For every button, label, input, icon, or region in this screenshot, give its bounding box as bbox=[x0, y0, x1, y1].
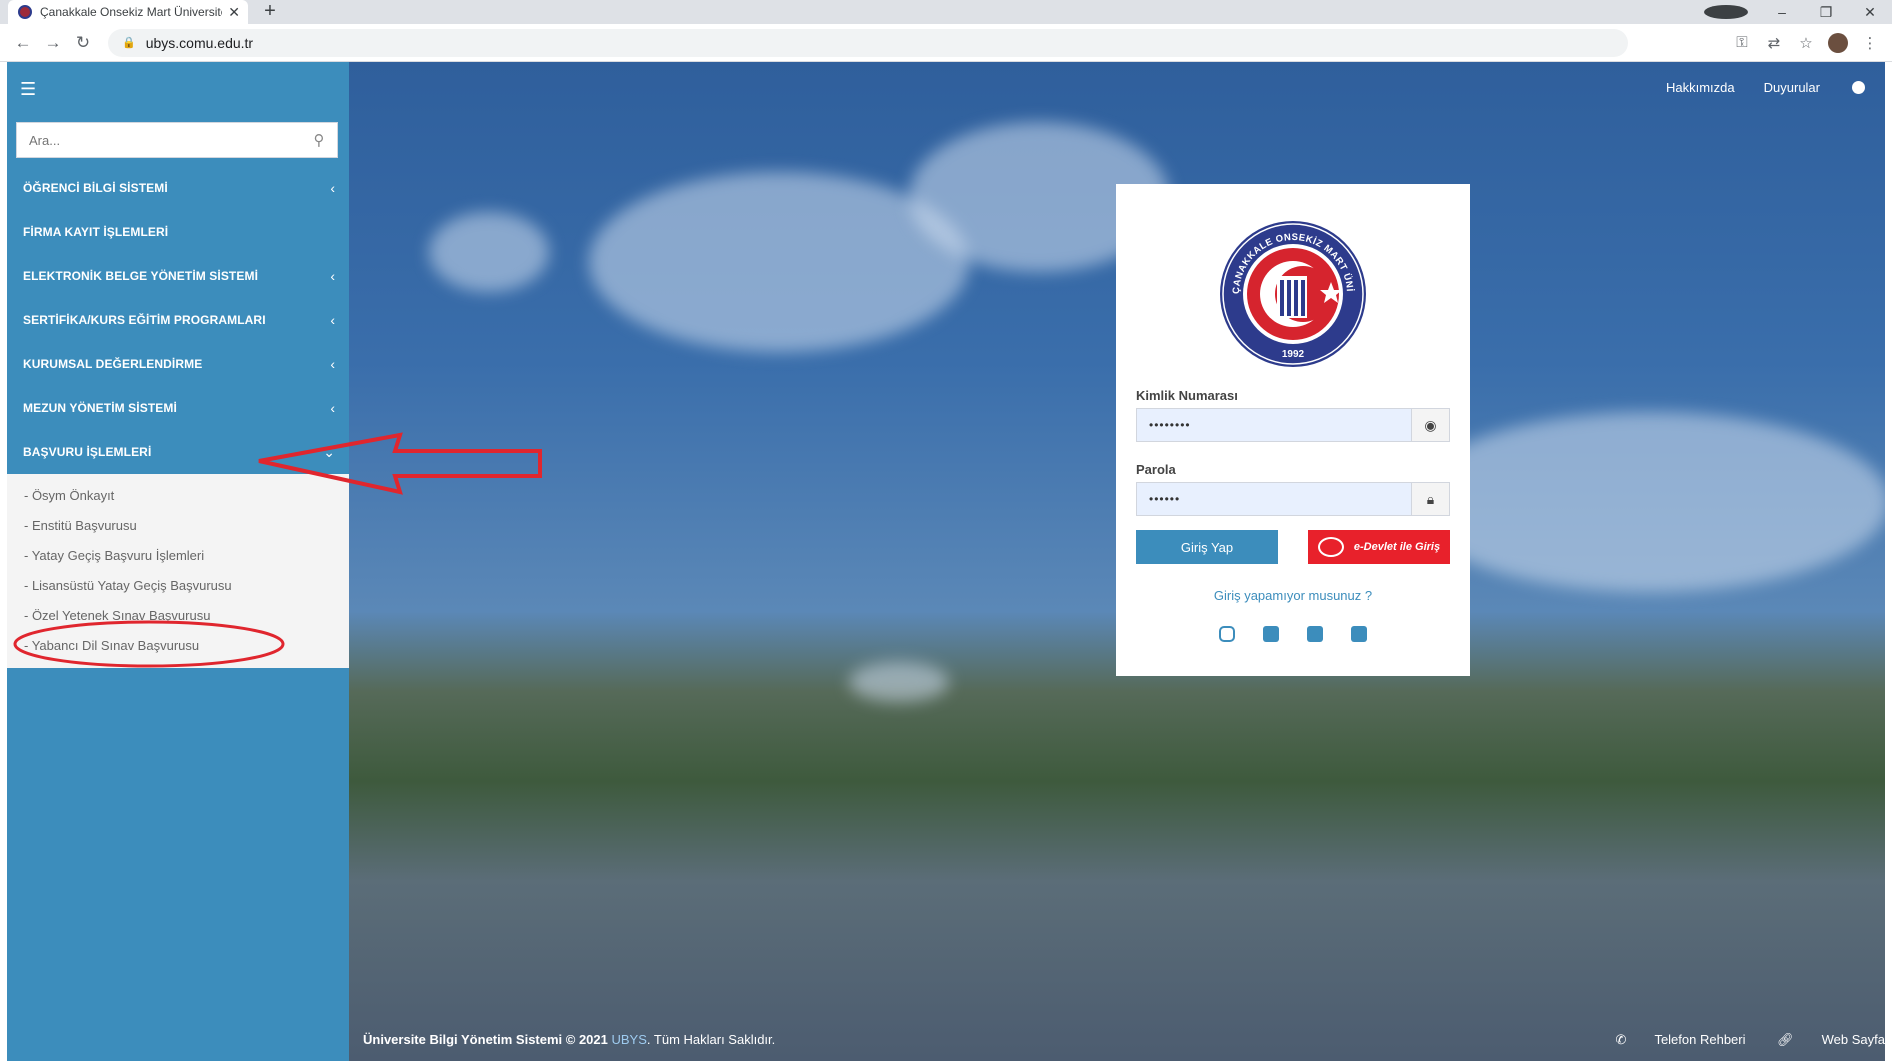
back-icon[interactable]: ← bbox=[8, 33, 38, 53]
sidebar-item-ebys[interactable]: ELEKTRONİK BELGE YÖNETİM SİSTEMİ ‹ bbox=[7, 254, 349, 298]
main-background: Hakkımızda Duyurular ÇANAKKALE ONSEKİZ M… bbox=[349, 62, 1885, 1061]
search-icon[interactable]: ⚲ bbox=[301, 131, 337, 149]
sidebar-item-label: FİRMA KAYIT İŞLEMLERİ bbox=[23, 225, 169, 239]
toolbar-icons: ⚿ ⇄ ☆ ⋮ bbox=[1726, 32, 1886, 53]
sidebar-item-kurumsal[interactable]: KURUMSAL DEĞERLENDİRME ‹ bbox=[7, 342, 349, 386]
hamburger-icon[interactable]: ☰ bbox=[20, 79, 36, 100]
edevlet-login-button[interactable]: e-Devlet ile Giriş bbox=[1308, 530, 1450, 564]
tab-title: Çanakkale Onsekiz Mart Üniversitesi bbox=[40, 5, 223, 19]
id-field[interactable]: •••••••• ◉ bbox=[1136, 408, 1450, 442]
login-card: ÇANAKKALE ONSEKİZ MART ÜNİVERSİTESİ 1992… bbox=[1116, 184, 1470, 676]
phonebook-label: Telefon Rehberi bbox=[1654, 1032, 1746, 1047]
instagram-icon[interactable] bbox=[1219, 626, 1235, 642]
sidebar-search: ⚲ bbox=[16, 122, 338, 158]
sidebar-item-sertifika[interactable]: SERTİFİKA/KURS EĞİTİM PROGRAMLARI ‹ bbox=[7, 298, 349, 342]
chevron-left-icon: ‹ bbox=[330, 268, 335, 284]
sidebar-item-label: SERTİFİKA/KURS EĞİTİM PROGRAMLARI bbox=[23, 313, 266, 327]
footer-links: ✆ Telefon Rehberi 🔗︎ Web Sayfa bbox=[1588, 1032, 1885, 1048]
sidebar-item-label: KURUMSAL DEĞERLENDİRME bbox=[23, 357, 203, 371]
star-icon[interactable]: ☆ bbox=[1790, 34, 1822, 52]
twitter-icon[interactable] bbox=[1307, 626, 1323, 642]
submenu-item-yabanci-dil[interactable]: - Yabancı Dil Sınav Başvurusu bbox=[7, 630, 349, 660]
submenu-item-ozel-yetenek[interactable]: - Özel Yetenek Sınav Başvurusu bbox=[7, 600, 349, 630]
avatar[interactable] bbox=[1828, 32, 1848, 53]
cloud-decoration bbox=[429, 212, 549, 292]
sidebar: ☰ ⚲ ÖĞRENCİ BİLGİ SİSTEMİ ‹ FİRMA KAYIT … bbox=[7, 62, 349, 1061]
forward-icon[interactable]: → bbox=[38, 33, 68, 53]
footer-system-name: Üniversite Bilgi Yönetim Sistemi © 2021 bbox=[363, 1032, 608, 1047]
lock-icon: 🔒︎ bbox=[1411, 483, 1449, 515]
sidebar-item-label: ÖĞRENCİ BİLGİ SİSTEMİ bbox=[23, 181, 168, 195]
restore-icon[interactable]: ❐ bbox=[1804, 4, 1848, 21]
social-links bbox=[1116, 626, 1470, 642]
id-value: •••••••• bbox=[1149, 418, 1191, 432]
facebook-icon[interactable] bbox=[1263, 626, 1279, 642]
eye-icon[interactable]: ◉ bbox=[1411, 409, 1449, 441]
password-field[interactable]: •••••• 🔒︎ bbox=[1136, 482, 1450, 516]
translate-icon[interactable]: ⇄ bbox=[1758, 34, 1790, 52]
chevron-down-icon: ⌄ bbox=[323, 443, 335, 460]
search-input[interactable] bbox=[17, 123, 301, 157]
new-tab-button[interactable]: + bbox=[258, 0, 282, 24]
browser-toolbar: ← → ↻ 🔒 ubys.comu.edu.tr ⚿ ⇄ ☆ ⋮ bbox=[0, 24, 1892, 62]
sidebar-item-label: BAŞVURU İŞLEMLERİ bbox=[23, 445, 152, 459]
close-window-icon[interactable]: ✕ bbox=[1848, 4, 1892, 21]
submenu-item-lisansustu[interactable]: - Lisansüstü Yatay Geçiş Başvurusu bbox=[7, 570, 349, 600]
footer-rights: . Tüm Hakları Saklıdır. bbox=[646, 1032, 776, 1047]
website-label: Web Sayfa bbox=[1821, 1032, 1885, 1047]
announcements-link[interactable]: Duyurular bbox=[1764, 80, 1820, 95]
page: ☰ ⚲ ÖĞRENCİ BİLGİ SİSTEMİ ‹ FİRMA KAYIT … bbox=[7, 62, 1885, 1061]
chevron-left-icon: ‹ bbox=[330, 356, 335, 372]
chevron-left-icon: ‹ bbox=[330, 400, 335, 416]
sidebar-item-label: MEZUN YÖNETİM SİSTEMİ bbox=[23, 401, 177, 415]
password-label: Parola bbox=[1136, 462, 1176, 477]
minimize-icon[interactable]: – bbox=[1760, 4, 1804, 20]
sidebar-item-basvuru[interactable]: BAŞVURU İŞLEMLERİ ⌄ bbox=[7, 430, 349, 474]
password-value: •••••• bbox=[1149, 492, 1181, 506]
profile-icon[interactable] bbox=[1704, 5, 1748, 19]
url-text: ubys.comu.edu.tr bbox=[145, 34, 254, 51]
footer-brand-link[interactable]: UBYS bbox=[612, 1032, 647, 1047]
about-link[interactable]: Hakkımızda bbox=[1666, 80, 1735, 95]
close-tab-icon[interactable]: ✕ bbox=[228, 4, 240, 21]
phonebook-link[interactable]: ✆ Telefon Rehberi bbox=[1616, 1032, 1746, 1047]
reload-icon[interactable]: ↻ bbox=[68, 33, 98, 53]
browser-tabstrip: Çanakkale Onsekiz Mart Üniversitesi ✕ + … bbox=[0, 0, 1892, 24]
top-links: Hakkımızda Duyurular bbox=[1637, 80, 1865, 95]
submenu-item-enstitu[interactable]: - Enstitü Başvurusu bbox=[7, 510, 349, 540]
globe-icon[interactable] bbox=[1852, 81, 1865, 94]
menu-dots-icon[interactable]: ⋮ bbox=[1854, 34, 1886, 52]
basvuru-submenu: - Ösym Önkayıt - Enstitü Başvurusu - Yat… bbox=[7, 474, 349, 668]
key-icon[interactable]: ⚿ bbox=[1726, 34, 1758, 51]
forgot-login-link[interactable]: Giriş yapamıyor musunuz ? bbox=[1116, 588, 1470, 603]
edevlet-logo-icon bbox=[1317, 537, 1344, 557]
id-label: Kimlik Numarası bbox=[1136, 388, 1238, 403]
sidebar-menu: ÖĞRENCİ BİLGİ SİSTEMİ ‹ FİRMA KAYIT İŞLE… bbox=[7, 166, 349, 668]
sidebar-item-label: ELEKTRONİK BELGE YÖNETİM SİSTEMİ bbox=[23, 269, 258, 283]
login-button[interactable]: Giriş Yap bbox=[1136, 530, 1278, 564]
cloud-decoration bbox=[1409, 412, 1885, 592]
submenu-item-yatay-gecis[interactable]: - Yatay Geçiş Başvuru İşlemleri bbox=[7, 540, 349, 570]
youtube-icon[interactable] bbox=[1351, 626, 1367, 642]
browser-tab[interactable]: Çanakkale Onsekiz Mart Üniversitesi ✕ bbox=[8, 0, 248, 24]
website-link[interactable]: 🔗︎ Web Sayfa bbox=[1777, 1032, 1885, 1047]
chevron-left-icon: ‹ bbox=[330, 312, 335, 328]
logo-year: 1992 bbox=[1282, 349, 1305, 360]
submenu-item-osym[interactable]: - Ösym Önkayıt bbox=[7, 480, 349, 510]
sidebar-item-mezun[interactable]: MEZUN YÖNETİM SİSTEMİ ‹ bbox=[7, 386, 349, 430]
window-controls: – ❐ ✕ bbox=[1704, 0, 1892, 24]
address-bar[interactable]: 🔒 ubys.comu.edu.tr bbox=[108, 28, 1628, 57]
cloud-decoration bbox=[849, 662, 949, 702]
lock-icon: 🔒 bbox=[122, 37, 136, 49]
sidebar-item-firma-kayit[interactable]: FİRMA KAYIT İŞLEMLERİ bbox=[7, 210, 349, 254]
chevron-left-icon: ‹ bbox=[330, 180, 335, 196]
university-logo: ÇANAKKALE ONSEKİZ MART ÜNİVERSİTESİ 1992 bbox=[1219, 218, 1366, 367]
edevlet-label: e-Devlet ile Giriş bbox=[1353, 541, 1441, 553]
footer-copyright: Üniversite Bilgi Yönetim Sistemi © 2021 … bbox=[363, 1032, 775, 1047]
sidebar-item-ogrenci-bilgi-sistemi[interactable]: ÖĞRENCİ BİLGİ SİSTEMİ ‹ bbox=[7, 166, 349, 210]
site-favicon-icon bbox=[18, 5, 32, 19]
